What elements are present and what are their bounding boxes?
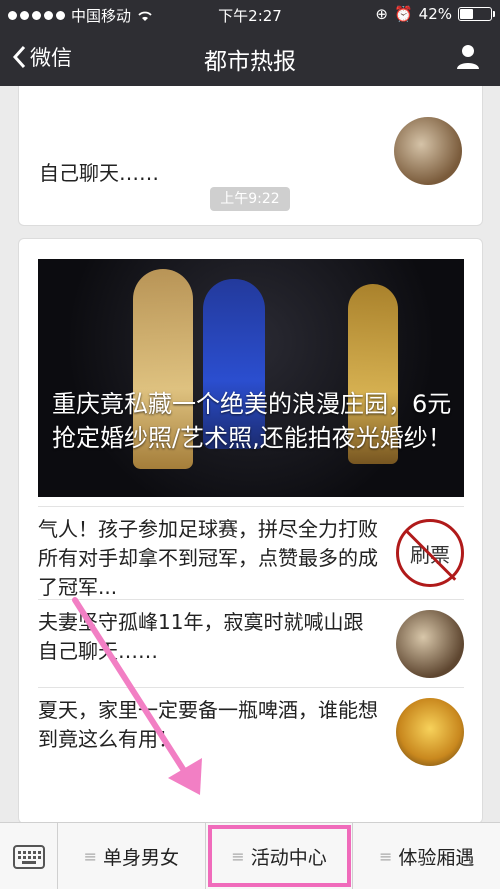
article-card: 重庆竟私藏一个绝美的浪漫庄园，6元抢定婚纱照/艺术照,还能拍夜光婚纱！ 气人！孩… xyxy=(18,238,483,822)
article-item[interactable]: 夫妻坚守孤峰11年，寂寞时就喊山跟自己聊天…… xyxy=(38,599,464,687)
article-thumbnail xyxy=(396,610,464,678)
tab-label: 体验厢遇 xyxy=(398,846,475,869)
menu-icon: ≡ xyxy=(231,846,245,866)
article-item[interactable]: 气人！孩子参加足球赛，拼尽全力打败所有对手却拿不到冠军，点赞最多的成了冠军...… xyxy=(38,506,464,599)
menu-icon: ≡ xyxy=(378,846,393,866)
beer-thumbnail xyxy=(396,698,464,766)
icon-label: 刷票 xyxy=(410,542,450,567)
article-title: 夫妻坚守孤峰11年，寂寞时就喊山跟自己聊天…… xyxy=(38,610,364,663)
tab-experience-compartment[interactable]: ≡ 体验厢遇 xyxy=(353,823,500,889)
battery-fill xyxy=(460,9,473,19)
menu-bar: ≡ 单身男女 ≡ 活动中心 ≡ 体验厢遇 xyxy=(0,822,500,889)
tab-activity-center[interactable]: ≡ 活动中心 xyxy=(206,823,354,889)
article-title: 夏天，家里一定要备一瓶啤酒，谁能想到竟这么有用！ xyxy=(38,698,378,751)
timestamp: 上午9:22 xyxy=(210,187,290,211)
status-bar: 中国移动 下午2:27 ⊕ ⏰ 42% xyxy=(0,0,500,28)
no-vote-icon: 刷票 xyxy=(396,519,464,587)
keyboard-icon xyxy=(12,844,45,869)
article-title: 气人！孩子参加足球赛，拼尽全力打败所有对手却拿不到冠军，点赞最多的成了冠军... xyxy=(38,517,378,599)
message-list[interactable]: 自己聊天…… 上午9:22 重庆竟私藏一个绝美的浪漫庄园，6元抢定婚纱照/艺术照… xyxy=(0,86,500,822)
nav-bar: 微信 都市热报 xyxy=(0,28,500,86)
alarm-icon: ⏰ xyxy=(393,5,413,23)
page-title: 都市热报 xyxy=(204,49,296,75)
keyboard-toggle-button[interactable] xyxy=(0,823,58,889)
article-title: 自己聊天…… xyxy=(39,161,159,185)
article-item[interactable]: 夏天，家里一定要备一瓶啤酒，谁能想到竟这么有用！ xyxy=(38,687,464,775)
battery-icon xyxy=(458,7,495,21)
battery-percent: 42% xyxy=(418,5,452,23)
tab-single-men-women[interactable]: ≡ 单身男女 xyxy=(58,823,206,889)
headline-caption: 重庆竟私藏一个绝美的浪漫庄园，6元抢定婚纱照/艺术照,还能拍夜光婚纱！ xyxy=(52,390,452,452)
status-right: ⊕ ⏰ 42% xyxy=(375,5,495,23)
menu-icon: ≡ xyxy=(83,846,98,866)
tab-label: 活动中心 xyxy=(250,846,327,869)
rotation-lock-icon: ⊕ xyxy=(375,5,388,23)
user-profile-icon[interactable] xyxy=(454,42,482,70)
article-thumbnail xyxy=(394,117,462,185)
headline-banner[interactable]: 重庆竟私藏一个绝美的浪漫庄园，6元抢定婚纱照/艺术照,还能拍夜光婚纱！ xyxy=(38,259,464,497)
tab-label: 单身男女 xyxy=(103,846,180,869)
